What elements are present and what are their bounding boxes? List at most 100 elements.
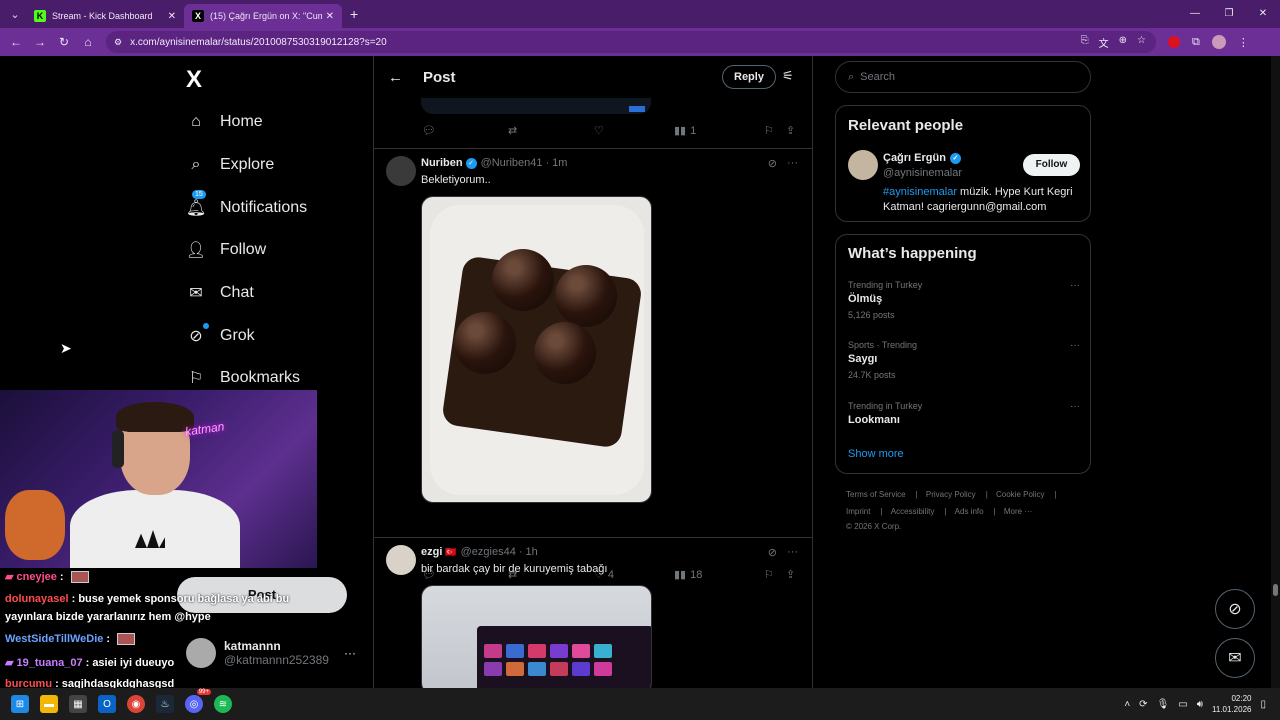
close-tab-icon[interactable]: ✕ — [326, 11, 334, 22]
more-icon[interactable]: ··· — [1070, 401, 1080, 412]
translate-icon[interactable]: 文 — [1099, 35, 1109, 50]
avatar[interactable] — [386, 156, 416, 186]
footer-link[interactable]: Privacy Policy — [926, 490, 976, 499]
person-bio: #aynisinemalar müzik. Hype Kurt Kegri Ka… — [883, 185, 1083, 215]
views-icon[interactable]: ▮▮ 18 — [674, 568, 764, 582]
store-icon[interactable]: ▦ — [69, 695, 87, 713]
network-icon[interactable]: ▭ — [1178, 699, 1187, 710]
tweet-author-name[interactable]: Nuriben — [421, 157, 463, 169]
nav-grok[interactable]: ⊘ Grok — [186, 323, 255, 346]
bookmark-icon[interactable]: ⚐ — [764, 568, 786, 581]
page-scrollbar[interactable] — [1271, 56, 1280, 688]
close-window-icon[interactable]: ✕ — [1246, 0, 1280, 28]
grok-fab-icon[interactable]: ⊘ — [1215, 589, 1255, 629]
reply-icon[interactable]: 💬︎ — [422, 124, 508, 137]
back-icon[interactable]: ← — [4, 35, 28, 49]
nav-bookmarks[interactable]: ⚐ Bookmarks — [186, 368, 300, 388]
address-bar[interactable]: ⚙ x.com/aynisinemalar/status/20100875303… — [106, 31, 1156, 53]
sync-icon[interactable]: ⟳ — [1139, 699, 1147, 710]
site-info-icon[interactable]: ⚙ — [114, 37, 122, 48]
person-handle[interactable]: @aynisinemalar — [883, 167, 962, 179]
extension-icon[interactable] — [1168, 36, 1180, 48]
tab-search-icon[interactable]: ⌄ — [4, 3, 26, 25]
previous-media[interactable] — [421, 96, 651, 114]
grok-icon[interactable]: ⊘ — [768, 157, 777, 170]
profile-avatar[interactable] — [1211, 35, 1226, 49]
like-icon[interactable]: ♡ — [594, 124, 674, 137]
windows-start-icon[interactable]: ⊞ — [11, 695, 29, 713]
reply-button[interactable]: Reply — [722, 65, 776, 89]
tweet-handle[interactable]: @Nuriben41 — [481, 157, 543, 169]
footer-link[interactable]: Imprint — [846, 507, 870, 516]
trend-item[interactable]: Sports · Trending Saygı 24.7K posts ··· — [848, 340, 1080, 380]
person-name[interactable]: Çağrı Ergün ✓ — [883, 152, 961, 164]
bookmark-icon[interactable]: ⚐ — [764, 124, 786, 137]
footer-link[interactable]: More ··· — [1004, 507, 1032, 516]
restore-icon[interactable]: ❐ — [1212, 0, 1246, 28]
spotify-icon[interactable]: ≋ — [214, 695, 232, 713]
share-icon[interactable]: ⇪ — [786, 568, 795, 581]
tweet-photo[interactable] — [421, 196, 652, 503]
menu-dots-icon[interactable]: ⋮ — [1238, 36, 1249, 49]
discord-icon[interactable]: ◎ 99+ — [185, 689, 211, 713]
outlook-icon[interactable]: O — [98, 695, 116, 713]
avatar[interactable] — [848, 150, 878, 180]
tweet-author-name[interactable]: ezgi — [421, 546, 442, 558]
tweet-photo[interactable] — [421, 585, 652, 688]
file-explorer-icon[interactable]: ▬ — [40, 695, 58, 713]
nav-explore[interactable]: ⌕ Explore — [186, 155, 275, 175]
tweet-time[interactable]: 1m — [552, 157, 567, 169]
reload-icon[interactable]: ↻ — [52, 35, 76, 49]
footer-link[interactable]: Accessibility — [891, 507, 935, 516]
more-icon[interactable]: ··· — [787, 546, 798, 559]
steam-icon[interactable]: ♨ — [156, 695, 174, 713]
tab-kick-dashboard[interactable]: K Stream - Kick Dashboard ✕ — [26, 4, 184, 28]
footer-link[interactable]: Cookie Policy — [996, 490, 1044, 499]
sliders-icon[interactable]: ⚟ — [782, 68, 794, 84]
search-input[interactable]: ⌕ Search — [835, 61, 1091, 93]
scrollbar-thumb[interactable] — [1273, 584, 1278, 596]
footer-link[interactable]: Ads info — [955, 507, 984, 516]
trend-item[interactable]: Trending in Turkey Lookmanı ··· — [848, 401, 1080, 426]
views-icon[interactable]: ▮▮ 1 — [674, 124, 764, 138]
tweet-time[interactable]: 1h — [526, 546, 538, 558]
tweet-handle[interactable]: @ezgies44 — [461, 546, 516, 558]
new-tab-button[interactable]: + — [350, 6, 358, 22]
share-icon[interactable]: ⇪ — [786, 124, 795, 137]
footer-link[interactable]: Terms of Service — [846, 490, 906, 499]
more-icon[interactable]: ··· — [1070, 280, 1080, 291]
retweet-icon[interactable]: ⇄ — [508, 124, 594, 137]
more-icon[interactable]: ··· — [1070, 340, 1080, 351]
tab-x-post[interactable]: X (15) Çağrı Ergün on X: "Cumartesi ✕ — [184, 4, 342, 28]
nav-follow[interactable]: 👤︎ Follow — [186, 240, 266, 260]
volume-icon[interactable]: 🔊︎ — [1197, 699, 1203, 710]
more-icon[interactable]: ··· — [787, 157, 798, 170]
forward-icon[interactable]: → — [28, 35, 52, 49]
close-tab-icon[interactable]: ✕ — [168, 11, 176, 22]
back-arrow-icon[interactable]: ← — [388, 69, 403, 86]
trend-item[interactable]: Trending in Turkey Ölmüş 5,126 posts ··· — [848, 280, 1080, 320]
avatar[interactable] — [386, 545, 416, 575]
grok-icon[interactable]: ⊘ — [768, 546, 777, 559]
microphone-icon[interactable]: 🎙︎ — [1157, 699, 1170, 710]
x-logo-icon[interactable]: X — [186, 66, 202, 94]
chrome-icon[interactable]: ◉ — [127, 695, 145, 713]
puzzle-icon[interactable]: ⧉ — [1192, 36, 1200, 49]
chevron-up-icon[interactable]: ˄ — [1124, 699, 1130, 710]
follow-button[interactable]: Follow — [1023, 154, 1080, 176]
divider — [374, 148, 812, 149]
hashtag-link[interactable]: #aynisinemalar — [883, 186, 957, 198]
show-more-link[interactable]: Show more — [848, 448, 904, 460]
messages-fab-icon[interactable]: ✉ — [1215, 638, 1255, 678]
mail-icon: ✉ — [189, 285, 203, 302]
notification-center-icon[interactable]: ▯ — [1260, 699, 1266, 710]
install-icon[interactable]: ⎘ — [1081, 35, 1089, 50]
nav-notifications[interactable]: 🔔︎ 15 Notifications — [186, 190, 307, 218]
home-browser-icon[interactable]: ⌂ — [76, 35, 100, 49]
clock[interactable]: 02:20 11.01.2026 — [1212, 693, 1251, 715]
star-icon[interactable]: ☆ — [1137, 35, 1146, 50]
nav-chat[interactable]: ✉ Chat — [186, 283, 254, 303]
zoom-icon[interactable]: ⊕ — [1119, 35, 1127, 50]
minimize-icon[interactable]: — — [1178, 0, 1212, 28]
nav-home[interactable]: ⌂ Home — [186, 112, 263, 132]
